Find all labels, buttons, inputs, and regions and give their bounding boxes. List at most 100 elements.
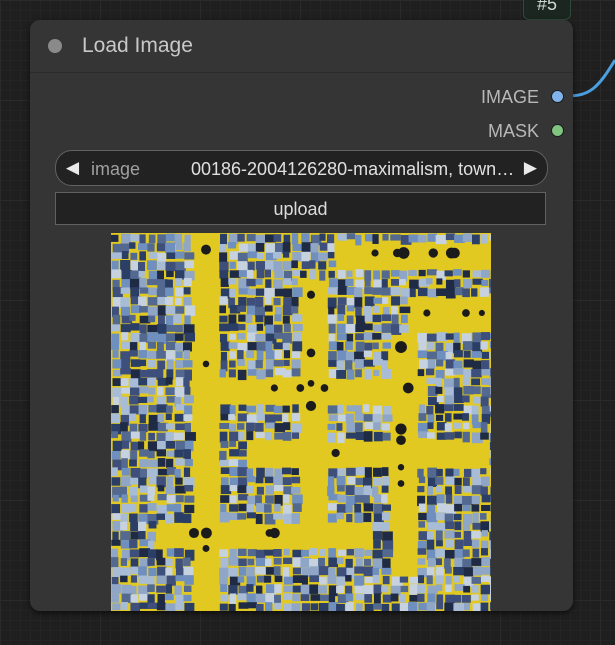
output-slot-image-icon[interactable]: [551, 90, 564, 103]
preview-building: [445, 233, 456, 241]
preview-building: [453, 387, 463, 398]
preview-building: [157, 360, 166, 370]
preview-building: [292, 314, 303, 322]
combo-value[interactable]: 00186-2004126280-maximalism, town center…: [191, 159, 516, 180]
preview-building: [121, 449, 130, 460]
preview-building: [418, 341, 427, 351]
preview-building: [399, 279, 406, 286]
preview-building: [291, 233, 299, 245]
preview-dot: [402, 382, 414, 394]
preview-dot: [201, 244, 211, 255]
preview-building: [274, 468, 283, 478]
preview-building: [291, 260, 298, 269]
preview-building: [363, 503, 374, 512]
preview-building: [219, 575, 228, 585]
preview-building: [426, 539, 435, 550]
preview-building: [174, 458, 185, 466]
preview-building: [453, 566, 465, 576]
upload-button[interactable]: upload: [55, 192, 546, 225]
preview-building: [282, 242, 291, 253]
output-slot-mask-icon[interactable]: [551, 124, 564, 137]
preview-building: [418, 359, 428, 369]
preview-building: [238, 324, 246, 331]
image-combo-widget[interactable]: ◀ image 00186-2004126280-maximalism, tow…: [55, 150, 548, 186]
preview-building: [391, 314, 399, 326]
preview-building: [292, 404, 299, 413]
preview-building: [382, 432, 391, 441]
preview-building: [166, 548, 176, 557]
preview-building: [228, 459, 239, 466]
preview-building: [381, 368, 391, 379]
preview-building: [489, 441, 491, 451]
preview-building: [274, 350, 283, 359]
preview-building: [229, 593, 237, 604]
preview-building: [463, 585, 471, 593]
preview-building: [120, 306, 131, 318]
preview-building: [157, 494, 167, 501]
preview-building: [390, 270, 401, 277]
preview-building: [480, 341, 488, 350]
preview-building: [166, 495, 177, 504]
preview-building: [481, 476, 490, 487]
preview-building: [462, 594, 471, 603]
preview-building: [435, 386, 443, 394]
preview-building: [228, 603, 236, 611]
preview-building: [157, 566, 167, 577]
preview-building: [175, 324, 183, 333]
preview-building: [283, 422, 291, 431]
preview-building: [480, 287, 489, 297]
preview-building: [282, 369, 293, 378]
preview-building: [265, 369, 274, 378]
preview-building: [354, 566, 365, 574]
preview-building: [426, 405, 434, 415]
preview-building: [382, 414, 393, 422]
preview-building: [472, 512, 479, 523]
preview-building: [355, 413, 364, 421]
preview-building: [436, 522, 446, 532]
preview-building: [435, 342, 444, 352]
preview-building: [183, 449, 191, 460]
preview-building: [382, 476, 390, 487]
preview-building: [426, 269, 438, 276]
preview-dot: [202, 360, 210, 368]
preview-building: [255, 234, 266, 244]
preview-building: [156, 404, 168, 413]
preview-dot: [188, 527, 200, 539]
preview-building: [229, 261, 236, 269]
preview-building: [481, 279, 489, 287]
preview-building: [481, 351, 490, 359]
preview-building: [471, 504, 480, 512]
preview-building: [165, 287, 174, 297]
preview-building: [165, 423, 175, 430]
preview-building: [453, 368, 464, 375]
preview-building: [138, 566, 147, 578]
preview-building: [291, 359, 301, 369]
preview-building: [138, 530, 146, 540]
combo-next-icon[interactable]: ▶: [524, 158, 537, 178]
preview-building: [184, 495, 195, 503]
preview-building: [462, 549, 470, 557]
node-titlebar[interactable]: Load Image: [30, 20, 573, 73]
combo-prev-icon[interactable]: ◀: [66, 158, 79, 178]
preview-building: [120, 486, 127, 496]
preview-building: [372, 467, 382, 477]
preview-building: [219, 369, 227, 378]
preview-building: [229, 333, 236, 340]
preview-building: [381, 270, 390, 279]
preview-building: [273, 234, 282, 242]
preview-building: [273, 297, 281, 306]
preview-building: [363, 323, 373, 331]
preview-building: [147, 341, 156, 349]
preview-building: [255, 360, 263, 369]
preview-building: [300, 594, 310, 601]
preview-building: [165, 242, 176, 254]
collapse-toggle-icon[interactable]: [48, 39, 62, 53]
preview-building: [463, 603, 471, 611]
preview-building: [354, 503, 362, 513]
preview-building: [436, 584, 443, 592]
load-image-node[interactable]: Load Image IMAGE MASK ◀ image 00186-2004…: [30, 20, 573, 611]
preview-building: [345, 413, 355, 424]
preview-building: [175, 423, 186, 431]
preview-building: [337, 494, 347, 503]
preview-building: [400, 314, 408, 324]
